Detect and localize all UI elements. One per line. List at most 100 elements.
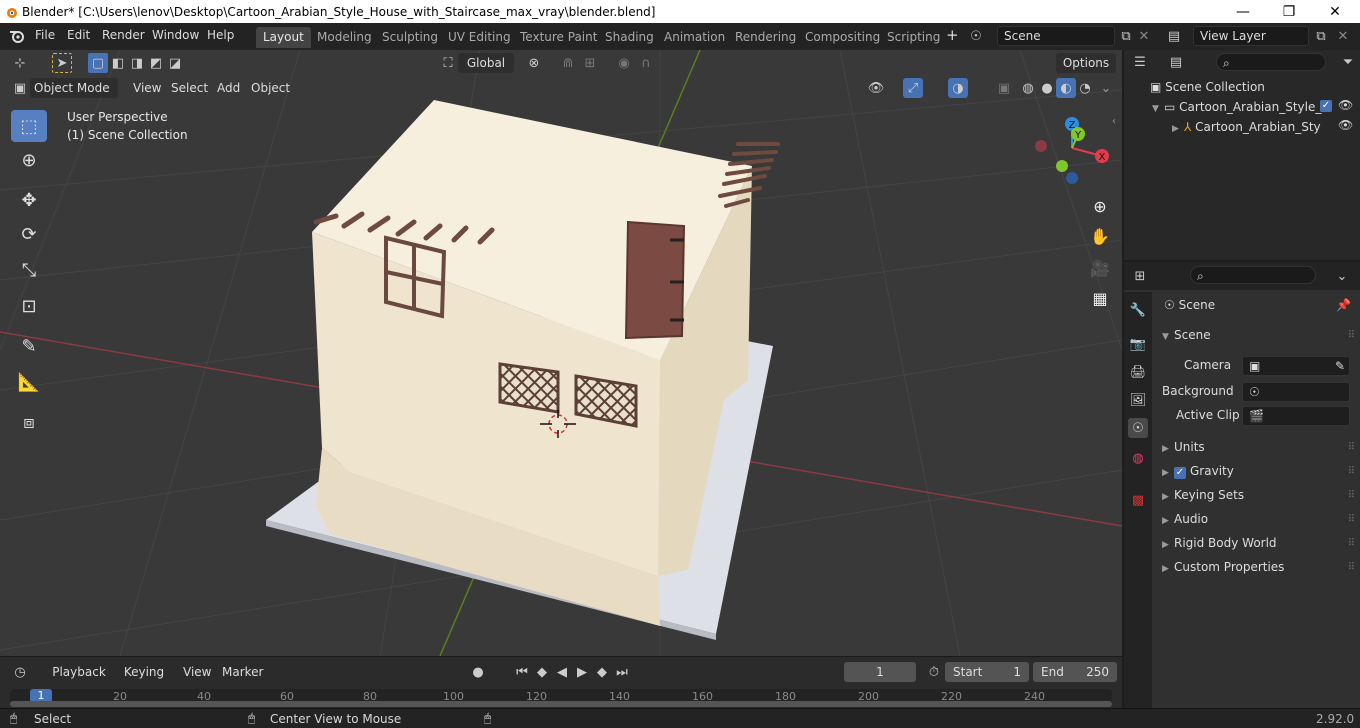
tab-modeling[interactable]: Modeling [310,27,379,48]
jump-end-icon[interactable]: ⏭ [612,662,632,682]
scene-selector[interactable]: Scene [997,26,1115,46]
texture-tab-icon[interactable]: ▩ [1128,490,1148,510]
tool-move[interactable]: ✥ [11,184,47,216]
output-tab-icon[interactable]: 🖨 [1128,362,1148,382]
render-tab-icon[interactable]: 📷 [1128,334,1148,354]
options-dropdown[interactable]: Options [1056,53,1116,73]
next-keyframe-icon[interactable]: ◆ [592,662,612,682]
select-invert-icon[interactable]: ◩ [146,53,166,73]
pan-hand-icon[interactable]: ✋ [1086,222,1114,250]
maximize-button[interactable]: ❐ [1266,0,1312,23]
start-frame-field[interactable]: Start 1 [945,662,1029,682]
overlays-icon[interactable]: ◑ [948,78,968,98]
tab-uv-editing[interactable]: UV Editing [441,27,518,48]
tab-scripting[interactable]: Scripting [880,27,947,48]
view-layer-tab-icon[interactable]: 🖼 [1128,390,1148,410]
expand-icon[interactable]: ▶ [1172,124,1184,134]
expand-icon[interactable]: ▶ [1162,492,1174,502]
proportional-edit-icon[interactable]: ◉ [614,53,634,73]
playback-menu[interactable]: Playback [46,662,112,682]
delete-scene-icon[interactable]: ✕ [1134,26,1154,46]
menu-help[interactable]: Help [207,28,234,42]
viewport-menu-view[interactable]: View [133,81,161,95]
drag-handle-icon[interactable]: ⠿ [1348,538,1355,549]
add-workspace-icon[interactable]: + [946,26,959,44]
new-view-layer-icon[interactable]: ⧉ [1311,26,1331,46]
timeline-view-menu[interactable]: View [183,665,211,679]
pivot-point-icon[interactable]: ⊗ [524,53,544,73]
section-units[interactable]: ▶ Units [1162,440,1205,454]
material-shading-icon[interactable]: ◐ [1056,78,1076,98]
eye-icon[interactable]: 👁 [1338,98,1353,112]
editor-type-icon[interactable]: ⊹ [10,53,30,73]
background-field[interactable]: ☉ [1242,382,1350,402]
3d-viewport[interactable]: ⊹ ➤ ▢ ◧ ◨ ◩ ◪ ⛶ Global ⊗ ⋒ ⊞ ◉ ∩ Options… [0,50,1122,656]
prev-keyframe-icon[interactable]: ◆ [532,662,552,682]
filter-icon[interactable]: ⏷ [1338,52,1358,72]
tab-sculpting[interactable]: Sculpting [375,27,445,48]
shading-options-icon[interactable]: ⌄ [1096,78,1116,98]
properties-editor-icon[interactable]: ⊞ [1130,266,1150,286]
scene-icon[interactable]: ☉ [966,26,986,46]
drag-handle-icon[interactable]: ⠿ [1348,466,1355,477]
properties-options-icon[interactable]: ⌄ [1332,266,1352,286]
expand-icon[interactable]: ▶ [1162,516,1174,526]
snap-icon[interactable]: ⋒ [558,53,578,73]
tool-annotate[interactable]: ✎ [11,330,47,362]
viewport-menu-select[interactable]: Select [171,81,208,95]
drag-handle-icon[interactable]: ⠿ [1348,330,1355,341]
navigation-gizmo[interactable]: Z Y X [1030,114,1120,194]
scene-panel-header[interactable]: ▼ Scene [1162,328,1211,342]
tool-tab-icon[interactable]: 🔧 [1128,300,1148,320]
end-frame-field[interactable]: End 250 [1033,662,1117,682]
record-icon[interactable]: ● [468,662,488,682]
expand-icon[interactable]: ▶ [1162,540,1174,550]
falloff-icon[interactable]: ∩ [636,53,656,73]
gizmo-toggle-icon[interactable]: ⤢ [903,78,923,98]
transform-orientation-dropdown[interactable]: Global [458,53,514,73]
drag-handle-icon[interactable]: ⠿ [1348,442,1355,453]
keying-menu[interactable]: Keying [116,662,172,682]
solid-shading-icon[interactable]: ● [1037,78,1057,98]
collapse-icon[interactable]: ▼ [1162,332,1174,342]
blender-menu-icon[interactable] [9,29,25,43]
camera-field[interactable]: ▣ ✎ [1242,356,1350,376]
play-icon[interactable]: ▶ [572,662,592,682]
select-new-icon[interactable]: ▢ [88,53,108,73]
play-reverse-icon[interactable]: ◀ [552,662,572,682]
current-frame-field[interactable]: 1 [844,662,916,682]
menu-edit[interactable]: Edit [67,28,90,42]
view-layer-icon[interactable]: ▤ [1164,26,1184,46]
snap-target-icon[interactable]: ⊞ [580,53,600,73]
transform-orientation-icon[interactable]: ⛶ [438,53,458,73]
tab-compositing[interactable]: Compositing [798,27,887,48]
delete-view-layer-icon[interactable]: ✕ [1333,26,1353,46]
expand-icon[interactable]: ▶ [1162,564,1174,574]
outliner-item[interactable]: ▶ ⅄ Cartoon_Arabian_Sty [1172,120,1332,134]
tab-texture-paint[interactable]: Texture Paint [513,27,604,48]
tab-rendering[interactable]: Rendering [728,27,803,48]
section-keying-sets[interactable]: ▶ Keying Sets [1162,488,1244,502]
pin-icon[interactable]: 📌 [1336,298,1351,312]
expand-icon[interactable]: ▶ [1162,468,1174,478]
world-tab-icon[interactable]: ◍ [1128,448,1148,468]
tool-add-cube[interactable]: ⧈ [11,406,47,438]
wireframe-shading-icon[interactable]: ◍ [1018,78,1038,98]
tool-select-box[interactable]: ⬚ [11,110,47,142]
outliner-editor-icon[interactable]: ☰ [1130,52,1150,72]
section-custom-properties[interactable]: ▶ Custom Properties [1162,560,1284,574]
eyedropper-icon[interactable]: ✎ [1335,359,1345,373]
display-mode-icon[interactable]: ▤ [1166,52,1186,72]
exclude-checkbox[interactable]: ✓ [1320,100,1332,112]
select-subtract-icon[interactable]: ◨ [127,53,147,73]
menu-window[interactable]: Window [152,28,199,42]
visibility-icon[interactable]: 👁 [866,78,886,98]
drag-handle-icon[interactable]: ⠿ [1348,514,1355,525]
tab-shading[interactable]: Shading [598,27,661,48]
drag-handle-icon[interactable]: ⠿ [1348,562,1355,573]
viewport-menu-object[interactable]: Object [251,81,290,95]
tool-scale[interactable]: ⤡ [11,254,47,286]
clock-icon[interactable]: ⏱ [924,662,944,682]
tool-cursor[interactable]: ⊕ [11,144,47,176]
tab-animation[interactable]: Animation [657,27,732,48]
